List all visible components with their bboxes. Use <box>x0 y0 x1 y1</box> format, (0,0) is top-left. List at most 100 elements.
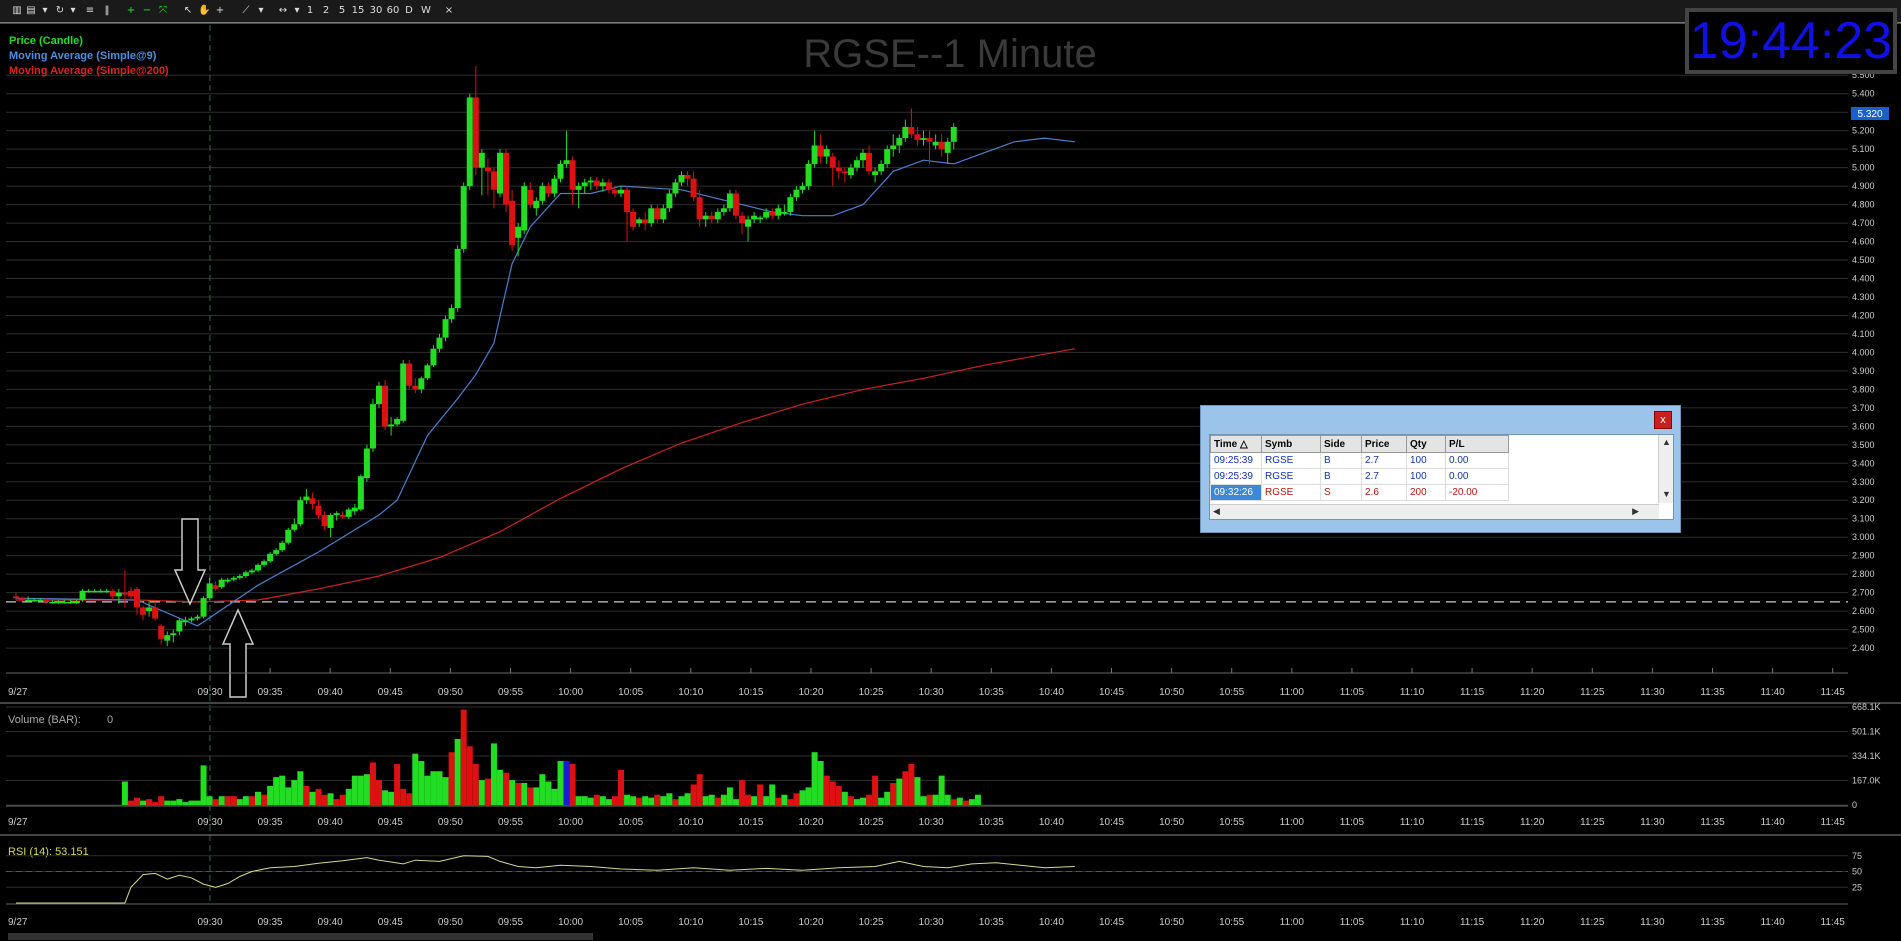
candle-body <box>557 163 564 179</box>
time-tick-label: 10:05 <box>618 817 643 828</box>
candle-body <box>460 186 467 249</box>
horizontal-scrollbar[interactable]: ◀ ▶ <box>1210 504 1659 519</box>
column-header-symbol[interactable]: Symb <box>1261 435 1321 453</box>
column-header-qty[interactable]: Qty <box>1406 435 1446 453</box>
candle-body <box>55 601 62 604</box>
volume-bar <box>684 793 691 805</box>
candle-body <box>242 572 249 576</box>
volume-bar <box>303 785 310 805</box>
volume-bar <box>327 793 334 805</box>
trades-window[interactable]: x Time △ Symb Side Price Qty P/L 09:25:3… <box>1200 405 1681 533</box>
column-header-pl[interactable]: P/L <box>1445 435 1509 453</box>
candle-body <box>690 178 697 198</box>
scroll-down-icon[interactable]: ▼ <box>1662 489 1671 499</box>
time-tick-label: 11:00 <box>1280 817 1305 828</box>
volume-bar <box>273 777 280 805</box>
time-tick-label: 10:50 <box>1159 917 1184 928</box>
volume-bar <box>884 791 891 805</box>
time-tick-label: 10:35 <box>979 687 1004 698</box>
candle-body <box>817 145 824 157</box>
volume-bar <box>926 794 933 805</box>
close-button[interactable]: x <box>1654 411 1672 429</box>
table-row[interactable]: 09:25:39 RGSE B 2.7 100 0.00 <box>1210 468 1509 485</box>
volume-bar <box>636 797 643 805</box>
candle-body <box>497 152 503 194</box>
price-tick-label: 4.000 <box>1852 347 1875 357</box>
volume-bar <box>593 794 600 805</box>
table-row[interactable]: 09:25:39 RGSE B 2.7 100 0.00 <box>1210 452 1509 469</box>
candle-body <box>13 596 19 599</box>
volume-bar <box>611 796 618 805</box>
volume-bar <box>932 794 939 805</box>
scroll-left-icon[interactable]: ◀ <box>1213 506 1220 517</box>
candle-body <box>630 211 637 227</box>
volume-bar <box>666 793 673 805</box>
price-tick-label: 2.800 <box>1852 569 1875 579</box>
volume-bar <box>418 760 425 805</box>
volume-bar <box>279 775 286 805</box>
date-label: 9/27 <box>8 917 28 928</box>
candle-body <box>303 496 310 501</box>
horizontal-scrollbar[interactable] <box>8 933 593 940</box>
volume-bar <box>660 796 667 805</box>
price-tick-label: 3.800 <box>1852 384 1875 394</box>
candle-body <box>799 186 806 190</box>
rsi-time-axis: 09:30 09:35 09:40 09:45 09:50 09:55 10:00 10:05… <box>197 917 1845 928</box>
table-header-row: Time △ Symb Side Price Qty P/L <box>1210 435 1509 453</box>
time-tick-label: 09:30 <box>197 687 222 698</box>
volume-bar <box>134 797 140 805</box>
rsi-axis: 75 50 25 <box>1852 851 1862 893</box>
time-tick-label: 09:35 <box>258 817 283 828</box>
candle-body <box>333 513 340 516</box>
candle-body <box>551 178 558 194</box>
candle-body <box>666 193 673 209</box>
volume-bar <box>648 797 655 805</box>
candle-body <box>363 448 370 479</box>
candle-body <box>152 607 159 619</box>
volume-bar <box>720 794 727 805</box>
volume-bar <box>557 760 564 805</box>
candle-body <box>938 141 945 150</box>
volume-bar <box>412 753 419 805</box>
time-tick-label: 10:20 <box>798 917 823 928</box>
candle-body <box>73 601 80 604</box>
cell-side: S <box>1320 484 1362 501</box>
candle-body <box>763 211 770 218</box>
legend-ma200: Moving Average (Simple@200) <box>9 65 169 77</box>
volume-bar <box>224 796 231 805</box>
candle-body <box>926 138 933 142</box>
time-tick-label: 11:05 <box>1340 687 1365 698</box>
candle-body <box>769 211 776 216</box>
candle-body <box>944 141 951 153</box>
candle-body <box>866 152 873 172</box>
column-header-side[interactable]: Side <box>1320 435 1362 453</box>
cell-price: 2.7 <box>1361 468 1407 485</box>
volume-bar <box>394 763 401 805</box>
volume-bar <box>242 796 249 805</box>
candle-body <box>115 592 122 597</box>
volume-bar <box>763 796 770 805</box>
vertical-scrollbar[interactable]: ▲ ▼ <box>1658 435 1673 503</box>
candle-body <box>200 598 207 617</box>
table-row[interactable]: 09:32:26 RGSE S 2.6 200 -20.00 <box>1210 484 1509 501</box>
candle-body <box>521 186 528 231</box>
volume-bar <box>678 796 685 805</box>
column-header-price[interactable]: Price <box>1361 435 1407 453</box>
candle-body <box>515 226 522 238</box>
time-tick-label: 10:15 <box>738 817 763 828</box>
volume-bar <box>321 794 328 805</box>
candle-body <box>835 167 842 172</box>
scroll-up-icon[interactable]: ▲ <box>1662 437 1671 447</box>
candle-body <box>654 208 661 220</box>
volume-bar <box>424 775 431 805</box>
time-tick-label: 10:25 <box>859 917 884 928</box>
candle-body <box>109 590 116 597</box>
price-tick-label: 3.100 <box>1852 514 1875 524</box>
time-tick-label: 10:55 <box>1219 917 1244 928</box>
volume-bar <box>533 787 540 805</box>
volume-bar <box>841 791 848 805</box>
scroll-right-icon[interactable]: ▶ <box>1632 506 1639 517</box>
volume-bar <box>847 796 854 805</box>
column-header-time[interactable]: Time △ <box>1210 435 1262 453</box>
candle-body <box>678 175 685 183</box>
